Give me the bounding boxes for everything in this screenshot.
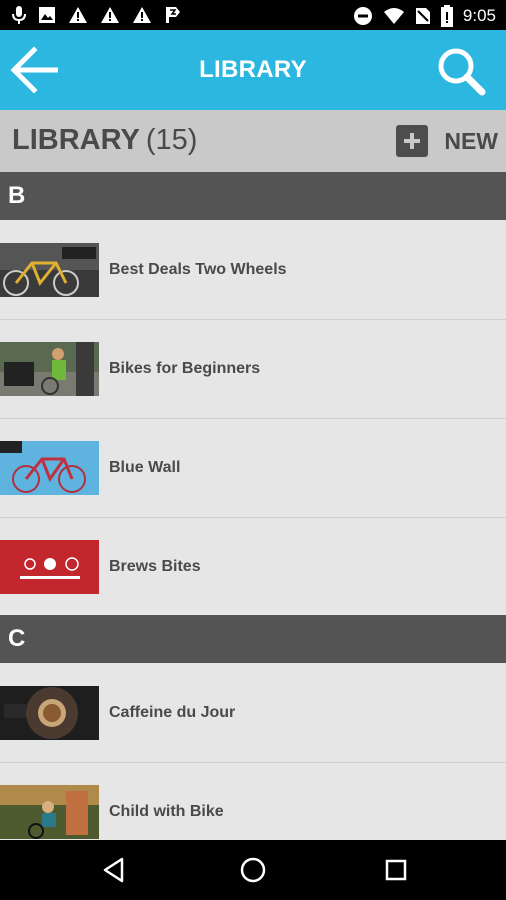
battery-icon [440, 5, 453, 27]
page-title: LIBRARY [199, 56, 307, 83]
list-item[interactable]: Blue Wall [0, 419, 506, 518]
image-icon [39, 7, 55, 23]
warning-icon [133, 7, 151, 23]
thumbnail-image [0, 785, 99, 839]
wifi-icon [383, 8, 404, 24]
item-title: Child with Bike [109, 803, 224, 820]
mic-icon [12, 6, 26, 24]
section-letter: B [8, 182, 26, 209]
thumbnail-image [0, 540, 99, 594]
item-title: Best Deals Two Wheels [109, 261, 287, 278]
section-header-c: C [0, 615, 506, 663]
back-triangle-icon[interactable] [98, 854, 130, 886]
recents-square-icon[interactable] [380, 854, 412, 886]
new-button[interactable]: NEW [396, 122, 498, 160]
library-count: (15) [145, 124, 198, 156]
list-item[interactable]: Bikes for Beginners [0, 320, 506, 419]
home-circle-icon[interactable] [237, 854, 269, 886]
section-header-b: B [0, 172, 506, 220]
plus-icon [396, 125, 429, 157]
app-bar: LIBRARY [0, 30, 506, 110]
thumbnail-image [0, 441, 99, 495]
library-count-label: LIBRARY (15) [12, 124, 197, 157]
status-time: 9:05 [462, 6, 496, 25]
status-icons-right: 9:05 [353, 5, 496, 27]
status-bar: 9:05 [0, 0, 506, 30]
thumbnail-image [0, 243, 99, 297]
warning-icon [101, 7, 119, 23]
library-label: LIBRARY [12, 124, 140, 156]
new-button-label: NEW [444, 127, 498, 154]
list-item[interactable]: Best Deals Two Wheels [0, 221, 506, 320]
item-title: Brews Bites [109, 558, 201, 575]
no-sim-icon [415, 8, 430, 24]
item-title: Caffeine du Jour [109, 704, 236, 721]
thumbnail-image [0, 342, 99, 396]
item-title: Blue Wall [109, 459, 181, 476]
search-icon[interactable] [436, 46, 486, 96]
do-not-disturb-icon [353, 7, 372, 25]
flag-icon [166, 7, 180, 23]
item-title: Bikes for Beginners [109, 360, 261, 377]
list-item[interactable]: Brews Bites [0, 518, 506, 617]
navigation-bar [0, 840, 506, 900]
list-item[interactable]: Caffeine du Jour [0, 664, 506, 763]
section-letter: C [8, 625, 26, 652]
warning-icon [69, 7, 87, 23]
status-icons-left [12, 5, 182, 25]
thumbnail-image [0, 686, 99, 740]
library-header: LIBRARY (15) NEW [0, 110, 506, 172]
